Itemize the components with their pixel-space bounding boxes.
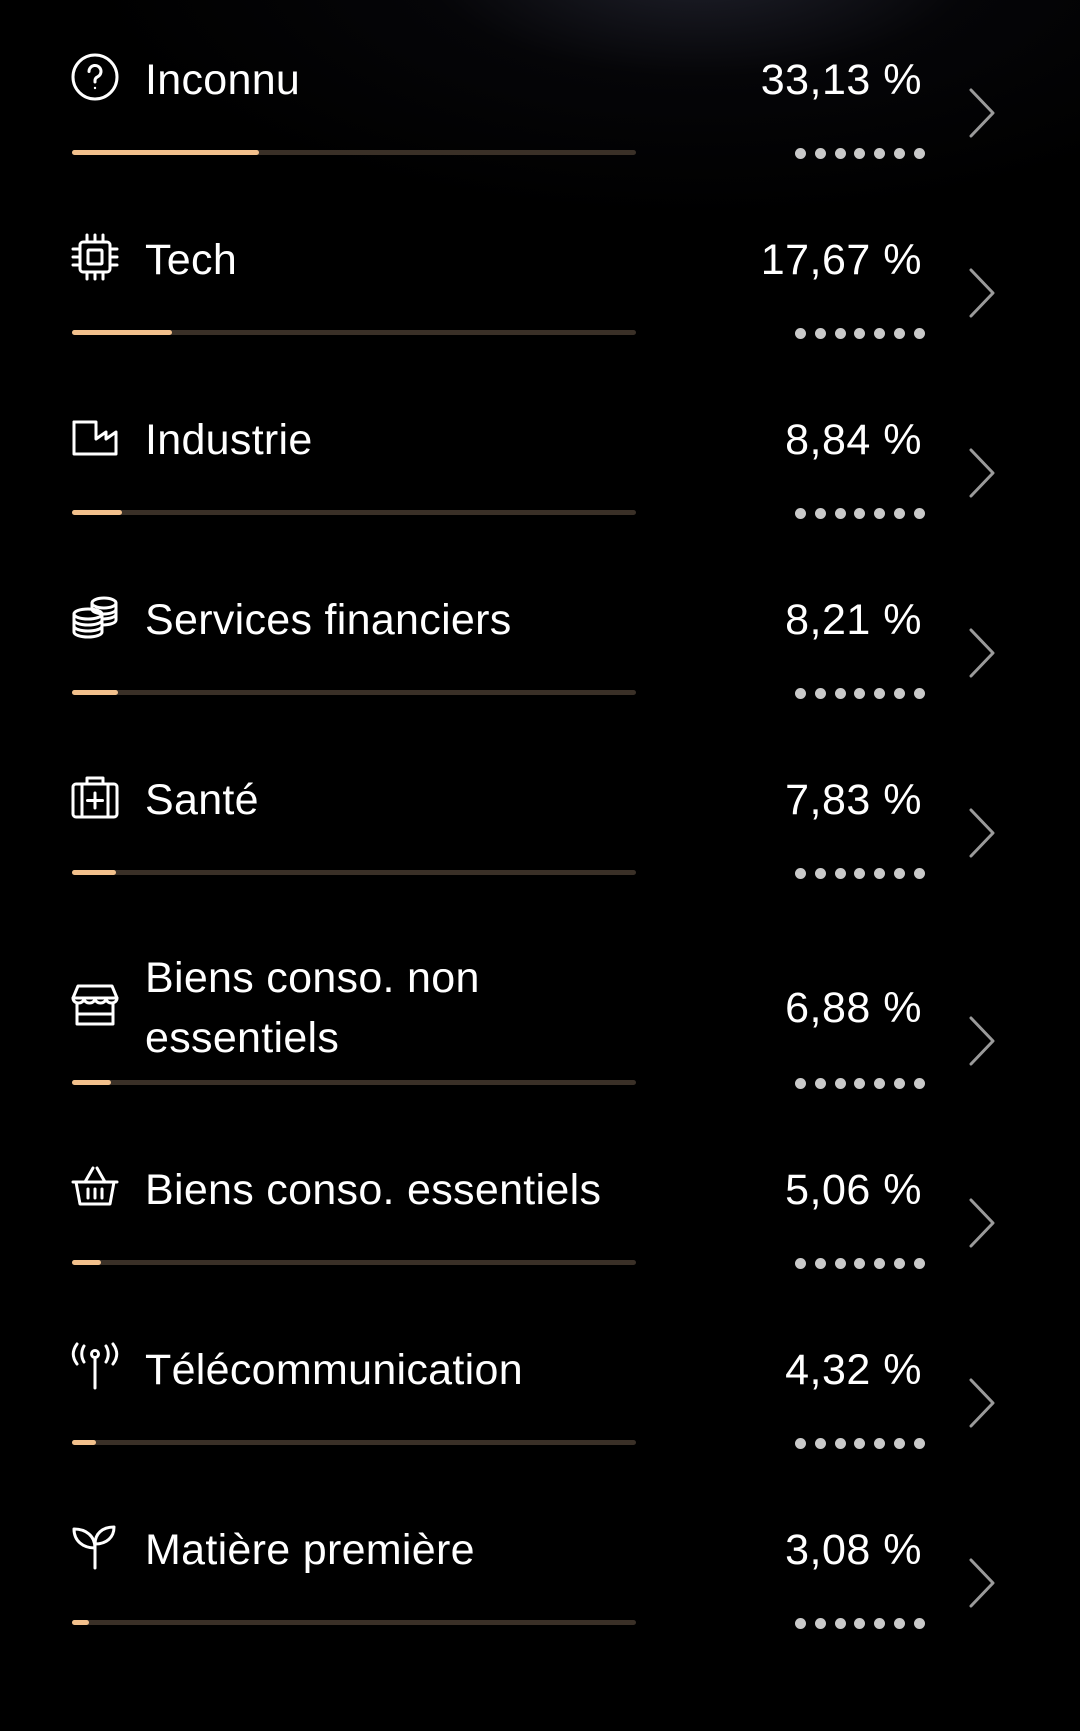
allocation-bar: [72, 690, 636, 695]
chevron-right-icon: [969, 808, 995, 858]
allocation-bar: [72, 510, 636, 515]
allocation-bar-fill: [72, 870, 117, 875]
hidden-amount: [795, 1078, 925, 1090]
allocation-bar-fill: [72, 150, 259, 155]
sector-label: Services financiers: [145, 596, 512, 644]
sector-percent: 6,88 %: [785, 984, 922, 1032]
allocation-bar: [72, 870, 636, 875]
chevron-right-icon: [969, 1198, 995, 1248]
sector-percent: 33,13 %: [760, 56, 922, 104]
sector-row-inconnu[interactable]: Inconnu 33,13 %: [0, 0, 1080, 180]
factory-icon: [70, 412, 120, 462]
hidden-amount: [795, 868, 925, 880]
allocation-bar-fill: [72, 690, 119, 695]
hidden-amount: [795, 1258, 925, 1270]
coins-icon: [70, 592, 120, 642]
basket-icon: [70, 1162, 120, 1212]
allocation-bar-fill: [72, 1260, 101, 1265]
sector-allocation-list: Inconnu 33,13 % Tech 17,67 % Industrie 8…: [0, 0, 1080, 1650]
allocation-bar: [72, 150, 636, 155]
allocation-bar: [72, 1440, 636, 1445]
sector-row-biens-conso-essentiels[interactable]: Biens conso. essentiels 5,06 %: [0, 1110, 1080, 1290]
allocation-bar-fill: [72, 510, 122, 515]
allocation-bar: [72, 1620, 636, 1625]
sector-label: Tech: [145, 236, 238, 284]
sector-row-industrie[interactable]: Industrie 8,84 %: [0, 360, 1080, 540]
sector-row-tech[interactable]: Tech 17,67 %: [0, 180, 1080, 360]
sector-label: Matière première: [145, 1526, 475, 1574]
hidden-amount: [795, 1438, 925, 1450]
sector-label: Inconnu: [145, 56, 301, 104]
hidden-amount: [795, 328, 925, 340]
allocation-bar: [72, 330, 636, 335]
sector-percent: 8,21 %: [785, 596, 922, 644]
chevron-right-icon: [969, 88, 995, 138]
sector-row-sante[interactable]: Santé 7,83 %: [0, 720, 1080, 900]
hidden-amount: [795, 688, 925, 700]
sector-percent: 17,67 %: [760, 236, 922, 284]
chip-icon: [70, 232, 120, 282]
allocation-bar-fill: [72, 1620, 90, 1625]
allocation-bar-fill: [72, 1440, 97, 1445]
chevron-right-icon: [969, 628, 995, 678]
chevron-right-icon: [969, 1558, 995, 1608]
hidden-amount: [795, 1618, 925, 1630]
allocation-bar: [72, 1260, 636, 1265]
allocation-bar-fill: [72, 1080, 111, 1085]
sector-label: Télécommunication: [145, 1346, 523, 1394]
sector-label: Biens conso. essentiels: [145, 1166, 602, 1214]
chevron-right-icon: [969, 1016, 995, 1066]
sector-row-matiere-premiere[interactable]: Matière première 3,08 %: [0, 1470, 1080, 1650]
sector-percent: 8,84 %: [785, 416, 922, 464]
first-aid-kit-icon: [70, 772, 120, 822]
sector-percent: 3,08 %: [785, 1526, 922, 1574]
sector-label: Santé: [145, 776, 259, 824]
allocation-bar: [72, 1080, 636, 1085]
sector-row-biens-conso-non-essentiels[interactable]: Biens conso. non essentiels 6,88 %: [0, 900, 1080, 1110]
allocation-bar-fill: [72, 330, 172, 335]
chevron-right-icon: [969, 1378, 995, 1428]
hidden-amount: [795, 148, 925, 160]
sector-label: Biens conso. non essentiels: [145, 954, 480, 1062]
sector-percent: 5,06 %: [785, 1166, 922, 1214]
sector-percent: 4,32 %: [785, 1346, 922, 1394]
sector-row-telecommunication[interactable]: Télécommunication 4,32 %: [0, 1290, 1080, 1470]
sector-row-services-financiers[interactable]: Services financiers 8,21 %: [0, 540, 1080, 720]
sector-percent: 7,83 %: [785, 776, 922, 824]
hidden-amount: [795, 508, 925, 520]
sector-label: Industrie: [145, 416, 313, 464]
storefront-icon: [70, 980, 120, 1030]
question-circle-icon: [70, 52, 120, 102]
sprout-icon: [70, 1522, 120, 1572]
antenna-icon: [70, 1342, 120, 1392]
chevron-right-icon: [969, 448, 995, 498]
chevron-right-icon: [969, 268, 995, 318]
